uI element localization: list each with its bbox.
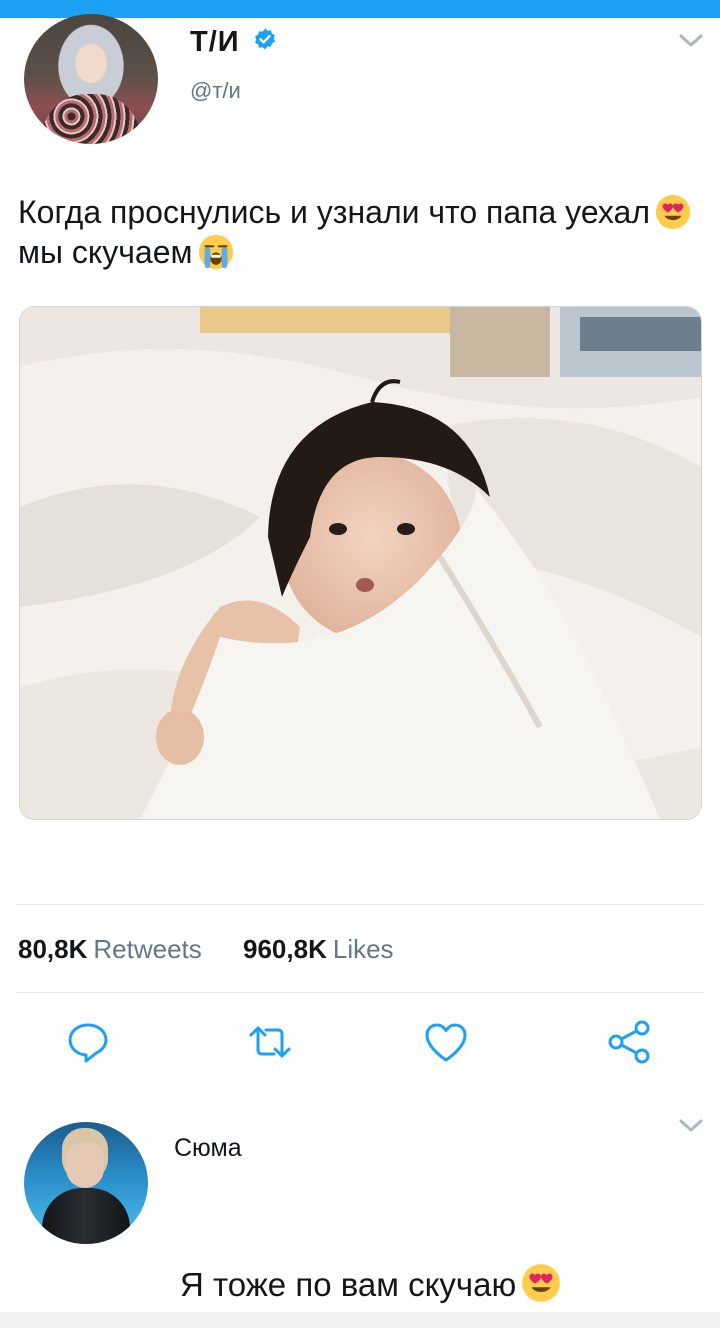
heart-eyes-emoji-icon xyxy=(655,194,691,230)
baby-in-blanket-photo xyxy=(20,307,701,819)
bottom-strip xyxy=(0,1312,720,1328)
like-button[interactable] xyxy=(422,1018,470,1066)
tweet-text-part2: мы скучаем xyxy=(18,234,193,270)
reply-button[interactable] xyxy=(64,1018,112,1066)
tweet-photo[interactable] xyxy=(19,306,702,820)
retweet-button[interactable] xyxy=(246,1018,294,1066)
likes-label: Likes xyxy=(332,934,394,964)
retweet-icon xyxy=(249,1026,291,1058)
reply-author-name[interactable]: Сюма xyxy=(174,1134,242,1163)
divider xyxy=(16,904,704,905)
reply-text: Я тоже по вам скучаю xyxy=(180,1262,566,1304)
heart-eyes-emoji-icon xyxy=(522,1264,561,1302)
author-handle[interactable]: @т/и xyxy=(190,78,241,104)
speech-bubble-icon xyxy=(68,1023,108,1063)
reply-text-content: Я тоже по вам скучаю xyxy=(180,1266,517,1303)
loudly-crying-emoji-icon xyxy=(198,234,233,270)
likes-stat[interactable]: 960,8K Likes xyxy=(243,934,394,964)
retweets-stat[interactable]: 80,8K Retweets xyxy=(18,934,209,964)
retweets-label: Retweets xyxy=(93,934,202,964)
tweet-text: Когда проснулись и узнали что папа уехал… xyxy=(18,192,698,272)
tweet-text-part1: Когда проснулись и узнали что папа уехал xyxy=(18,194,651,230)
tweet-stats: 80,8K Retweets 960,8K Likes xyxy=(18,934,394,965)
chevron-down-icon[interactable] xyxy=(678,33,704,49)
heart-icon xyxy=(425,1023,467,1062)
verified-badge-icon xyxy=(255,28,275,50)
author-name[interactable]: Т/И xyxy=(190,26,240,59)
retweets-count: 80,8K xyxy=(18,934,88,964)
chevron-down-icon[interactable] xyxy=(678,1118,704,1134)
author-avatar[interactable] xyxy=(24,14,158,144)
likes-count: 960,8K xyxy=(243,934,327,964)
divider xyxy=(16,992,704,993)
share-icon xyxy=(608,1020,650,1064)
reply-author-avatar[interactable] xyxy=(24,1122,148,1244)
share-button[interactable] xyxy=(606,1018,654,1066)
